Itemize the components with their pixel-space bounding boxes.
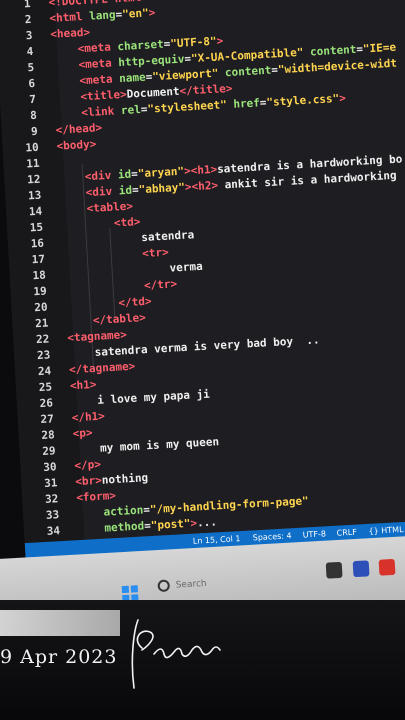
line-number: 18 [32, 268, 47, 283]
code-text: </h1> [71, 409, 106, 425]
line-number: 10 [25, 140, 39, 155]
code-text: <p> [72, 426, 93, 441]
search-placeholder: Search [175, 578, 207, 591]
search-icon [157, 579, 171, 593]
file-explorer-icon[interactable] [325, 561, 343, 579]
screen-glare [0, 610, 120, 636]
line-number: 34 [46, 524, 61, 538]
code-text: </tagname> [68, 359, 136, 377]
line-number: 13 [27, 188, 42, 203]
browser-icon[interactable] [378, 558, 396, 576]
line-number: 5 [27, 60, 35, 75]
line-number: 15 [29, 220, 44, 235]
line-number: 28 [41, 428, 56, 443]
line-number: 8 [29, 108, 38, 123]
line-number: 30 [42, 460, 57, 474]
code-text: my mom is my queen [99, 435, 220, 455]
line-number: 16 [30, 236, 45, 251]
line-number: 3 [25, 28, 33, 43]
cursor-position[interactable]: Ln 15, Col 1 [193, 534, 241, 546]
line-number: 7 [28, 92, 37, 107]
line-number: 12 [26, 172, 41, 187]
line-number: 26 [39, 396, 54, 411]
signature-saturday [131, 619, 221, 689]
line-number: 31 [43, 476, 58, 490]
line-number: 21 [34, 316, 49, 331]
line-number: 17 [31, 252, 46, 267]
line-number: 29 [42, 444, 56, 459]
line-number: 25 [38, 380, 53, 395]
line-number: 9 [30, 124, 39, 139]
line-number: 19 [33, 284, 48, 299]
line-number: 22 [35, 332, 50, 347]
line-number: 32 [44, 492, 59, 506]
line-number: 24 [37, 364, 52, 379]
eol-setting[interactable]: CRLF [336, 528, 357, 538]
line-number: 14 [28, 204, 43, 219]
line-number: 6 [28, 76, 36, 91]
date-caption: 9 Apr 2023 [0, 646, 118, 668]
code-text: <body> [56, 137, 97, 153]
line-number: 2 [24, 12, 32, 27]
taskbar-search[interactable]: Search [157, 574, 268, 598]
indent-setting[interactable]: Spaces: 4 [253, 531, 292, 542]
code-text: </p> [74, 457, 102, 473]
chat-icon[interactable] [352, 560, 370, 578]
line-number: 11 [25, 156, 40, 171]
encoding-setting[interactable]: UTF-8 [302, 529, 326, 539]
line-number: 4 [26, 44, 34, 59]
line-number: 23 [36, 348, 51, 363]
code-text: <h1> [69, 377, 97, 393]
language-mode[interactable]: {} HTML [368, 525, 403, 536]
code-editor: 1<!DOCTYPE html>2<html lang="en">3<head>… [0, 0, 405, 574]
line-number: 33 [45, 508, 60, 522]
line-number: 20 [33, 300, 48, 315]
line-number: 27 [40, 412, 55, 427]
